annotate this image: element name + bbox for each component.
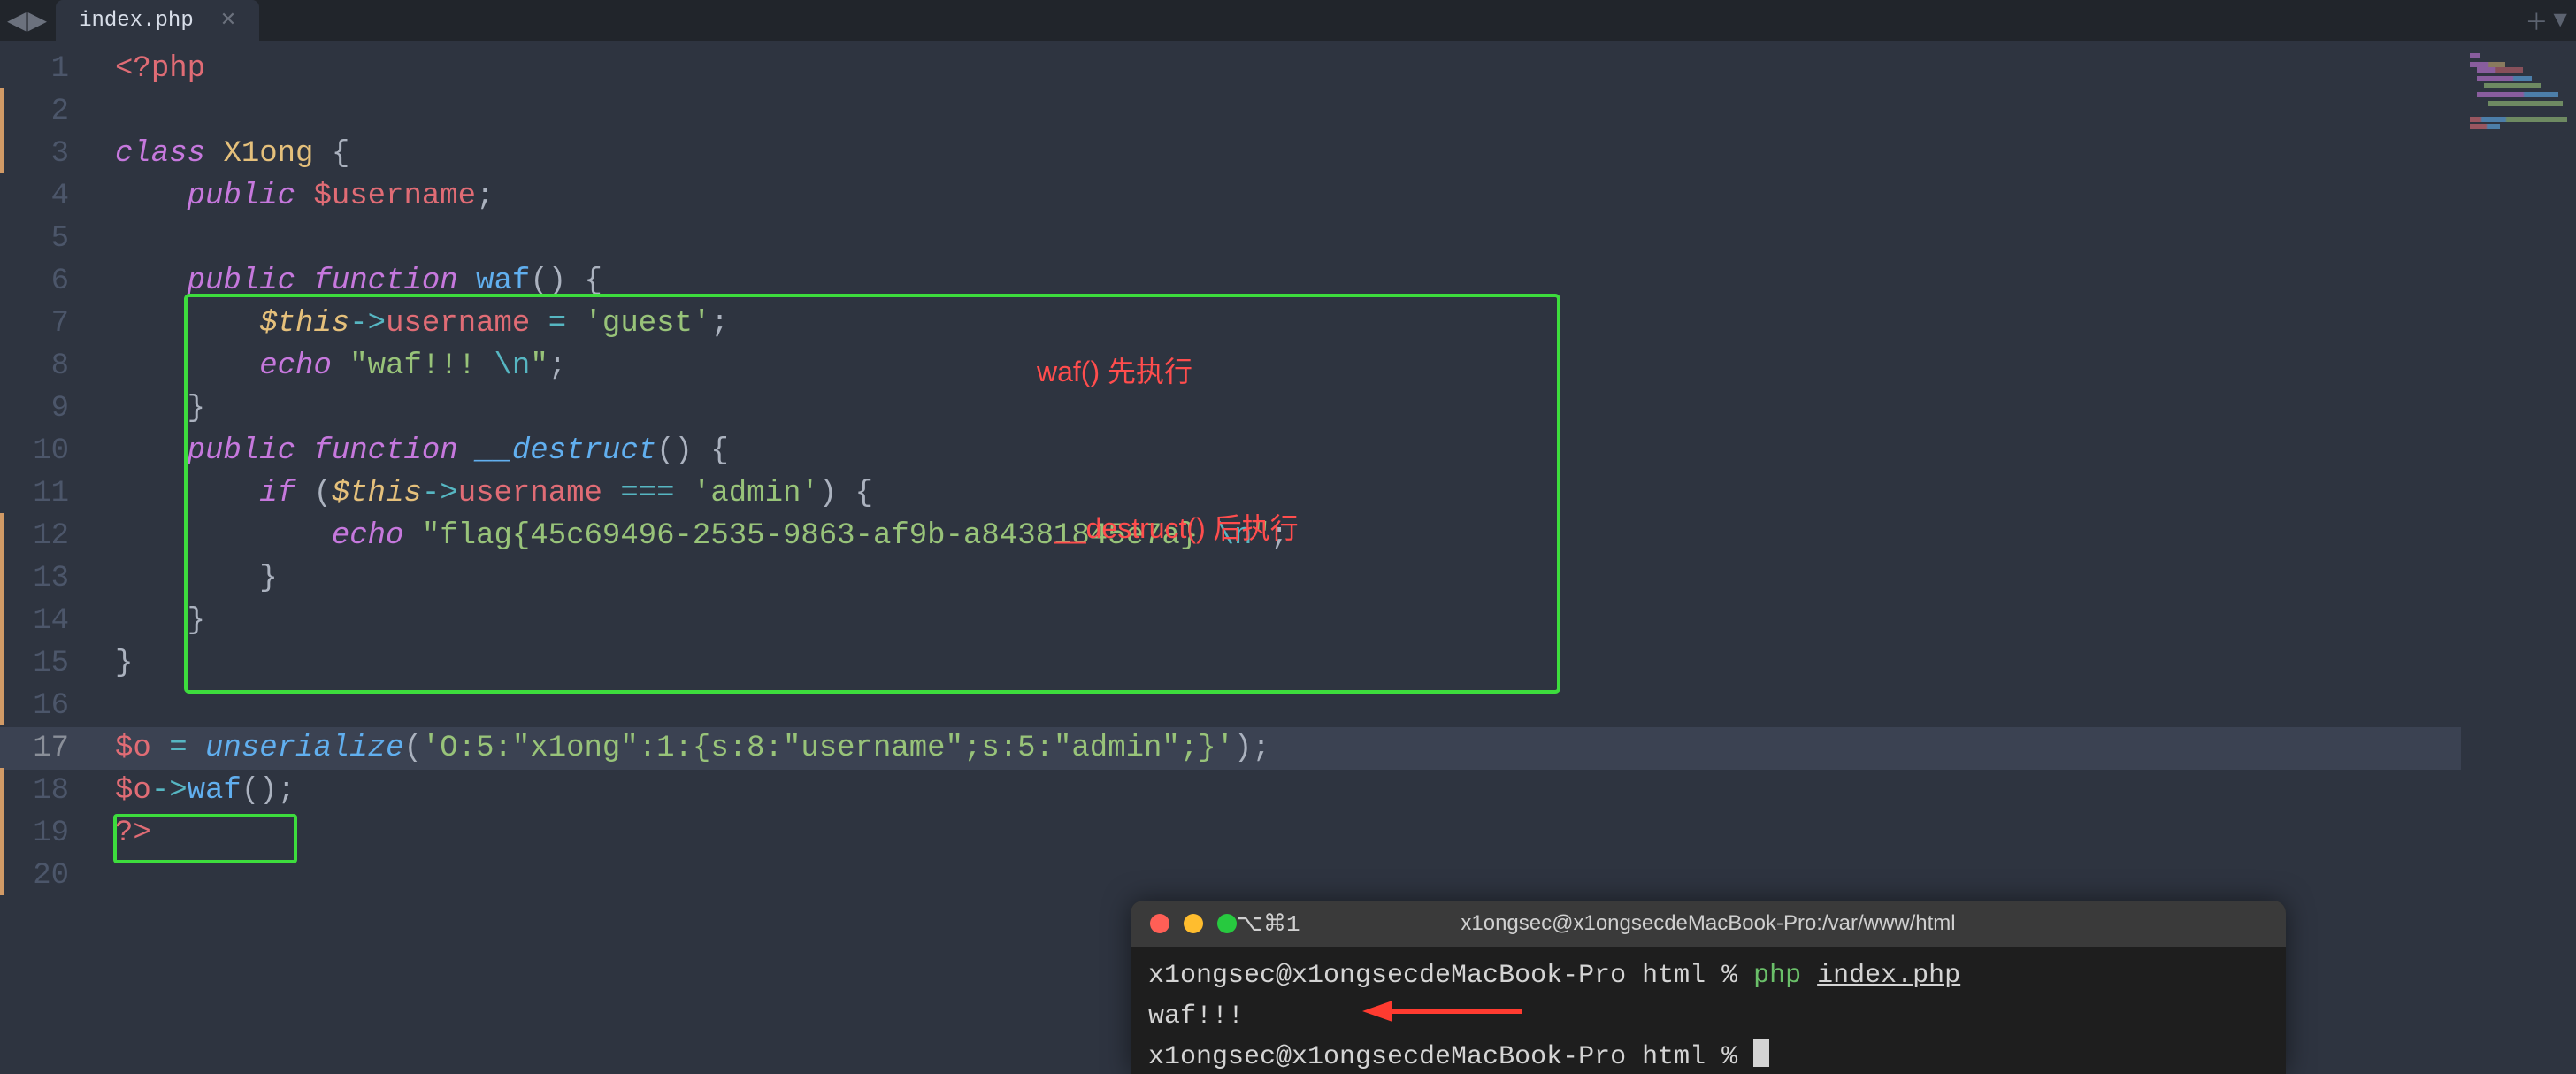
line-number: 8 <box>0 345 85 387</box>
minimap-content <box>2470 53 2567 133</box>
line-number: 17 <box>0 727 85 770</box>
code-line: class X1ong { <box>85 133 2461 175</box>
terminal-line: x1ongsec@x1ongsecdeMacBook-Pro html % ph… <box>1148 955 2268 996</box>
window-controls <box>1150 914 1237 933</box>
code-line: } <box>85 642 2461 685</box>
code-line: public function __destruct() { <box>85 430 2461 472</box>
line-number: 2 <box>0 90 85 133</box>
line-number: 15 <box>0 642 85 685</box>
tab-menu-icon[interactable]: ▼ <box>2553 7 2567 34</box>
tab-label: index.php <box>79 9 194 33</box>
tab-index-php[interactable]: index.php ✕ <box>56 0 259 41</box>
terminal-body[interactable]: x1ongsec@x1ongsecdeMacBook-Pro html % ph… <box>1131 947 2286 1074</box>
line-number: 4 <box>0 175 85 218</box>
code-line: $o = unserialize('O:5:"x1ong":1:{s:8:"us… <box>85 727 2461 770</box>
line-number: 16 <box>0 685 85 727</box>
code-line: } <box>85 600 2461 642</box>
minimize-window-icon[interactable] <box>1184 914 1203 933</box>
code-line <box>85 218 2461 260</box>
line-number-gutter: 1 2 3 4 5 6 7 8 9 10 11 12 13 14 15 16 1… <box>0 41 85 1074</box>
code-line: echo "waf!!! \n"; <box>85 345 2461 387</box>
line-number: 5 <box>0 218 85 260</box>
new-tab-icon[interactable]: ＋ <box>2525 4 2548 37</box>
line-number: 14 <box>0 600 85 642</box>
code-line <box>85 685 2461 727</box>
code-line <box>85 855 2461 897</box>
line-number: 20 <box>0 855 85 897</box>
code-line: } <box>85 387 2461 430</box>
code-line: $o->waf(); <box>85 770 2461 812</box>
terminal-tab-shortcut: ⌥⌘1 <box>1237 901 1300 947</box>
line-number: 18 <box>0 770 85 812</box>
line-number: 6 <box>0 260 85 303</box>
line-number: 19 <box>0 812 85 855</box>
code-line: } <box>85 557 2461 600</box>
tabbar-right-controls: ＋ ▼ <box>2525 0 2567 41</box>
minimap[interactable] <box>2461 41 2576 1074</box>
terminal-window: ⌥⌘1 x1ongsec@x1ongsecdeMacBook-Pro:/var/… <box>1131 901 2286 1074</box>
annotation-text-waf: waf() 先执行 <box>1037 349 1192 390</box>
close-icon[interactable]: ✕ <box>220 9 236 32</box>
code-line: ?> <box>85 812 2461 855</box>
line-number: 11 <box>0 472 85 515</box>
code-line: public $username; <box>85 175 2461 218</box>
editor-tab-bar: ◀ ▶ index.php ✕ ＋ ▼ <box>0 0 2576 41</box>
code-line: public function waf() { <box>85 260 2461 303</box>
line-number: 1 <box>0 48 85 90</box>
code-line: <?php <box>85 48 2461 90</box>
nav-forward-icon[interactable]: ▶ <box>28 5 48 36</box>
gutter-marks <box>0 81 4 1074</box>
cursor-icon <box>1753 1039 1769 1067</box>
nav-back-icon[interactable]: ◀ <box>7 5 27 36</box>
maximize-window-icon[interactable] <box>1217 914 1237 933</box>
code-line <box>85 90 2461 133</box>
line-number: 12 <box>0 515 85 557</box>
nav-arrows: ◀ ▶ <box>7 5 47 36</box>
line-number: 3 <box>0 133 85 175</box>
terminal-titlebar[interactable]: ⌥⌘1 x1ongsec@x1ongsecdeMacBook-Pro:/var/… <box>1131 901 2286 947</box>
annotation-text-destruct: __destruct() 后执行 <box>1054 506 1299 547</box>
line-number: 7 <box>0 303 85 345</box>
terminal-line: waf!!! <box>1148 996 2268 1037</box>
line-number: 9 <box>0 387 85 430</box>
line-number: 10 <box>0 430 85 472</box>
terminal-title: x1ongsec@x1ongsecdeMacBook-Pro:/var/www/… <box>1460 901 1955 947</box>
terminal-line: x1ongsec@x1ongsecdeMacBook-Pro html % <box>1148 1037 2268 1074</box>
code-line: $this->username = 'guest'; <box>85 303 2461 345</box>
close-window-icon[interactable] <box>1150 914 1169 933</box>
line-number: 13 <box>0 557 85 600</box>
